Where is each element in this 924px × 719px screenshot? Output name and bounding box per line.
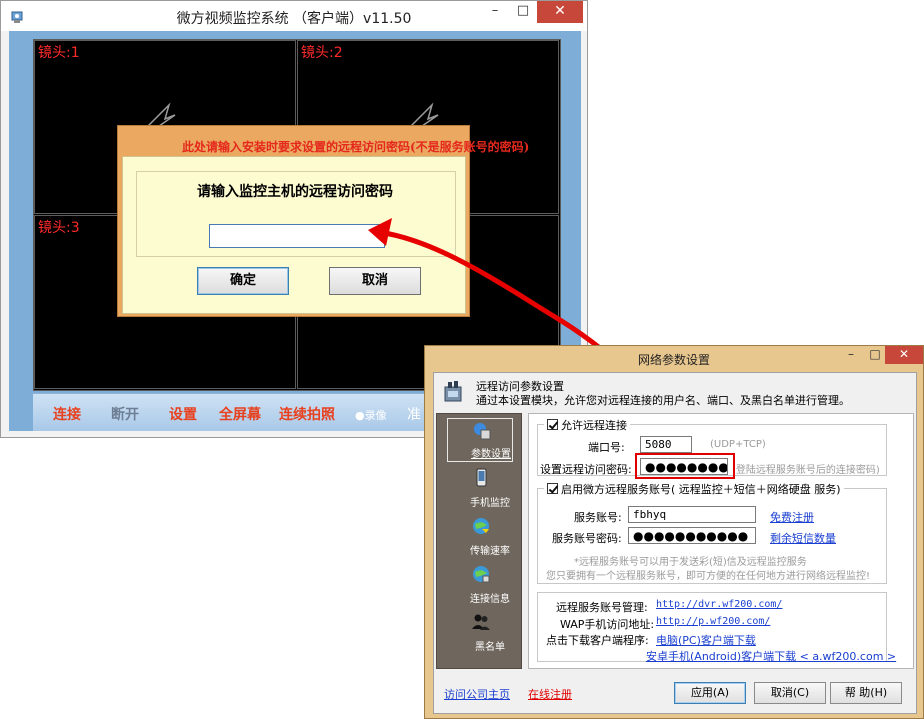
network-titlebar: 网络参数设置 – □ ✕ [425, 346, 923, 372]
remote-password-label: 设置远程访问密码: [540, 463, 632, 476]
register-online-link[interactable]: 在线注册 [528, 686, 572, 702]
burst-photo-button[interactable]: 连续拍照 [279, 404, 335, 424]
password-prompt: 请输入监控主机的远程访问密码 [197, 184, 393, 200]
sidebar-item-params[interactable]: 参数设置 [437, 414, 523, 462]
globe-info-icon [473, 566, 490, 583]
sidebar-item-rate[interactable]: 传输速率 [437, 510, 523, 558]
password-dialog: 此处请输入安装时要求设置的远程访问密码(不是服务账号的密码) 请输入监控主机的远… [117, 125, 529, 317]
minimize-button[interactable]: – [481, 1, 509, 23]
pc-client-download-link[interactable]: 电脑(PC)客户端下载 [656, 632, 756, 648]
cancel-settings-button[interactable]: 取消(C) [754, 682, 826, 704]
globe-speed-icon [473, 518, 489, 534]
sms-remaining-link[interactable]: 剩余短信数量 [770, 530, 836, 546]
network-close-button[interactable]: ✕ [885, 346, 923, 364]
password-hint: 此处请输入安装时要求设置的远程访问密码(不是服务账号的密码) [182, 140, 530, 154]
account-management-label: 远程服务账号管理: [556, 601, 648, 614]
record-button[interactable]: ●录像 [355, 407, 387, 423]
service-note-line1: *远程服务账号可以用于发送彩(短)信及远程监控服务 [574, 557, 807, 568]
service-password-label: 服务账号密码: [552, 532, 622, 545]
ok-button[interactable]: 确定 [197, 267, 289, 295]
sidebar-item-box: 手机监控 [447, 466, 513, 510]
help-button[interactable]: 帮 助(H) [830, 682, 902, 704]
sidebar-item-label: 传输速率 [470, 546, 510, 557]
sidebar-selection-box: 参数设置 [447, 418, 513, 462]
allow-remote-label: 允许远程连接 [561, 419, 627, 432]
connect-button[interactable]: 连接 [53, 404, 81, 424]
remote-settings-icon [444, 381, 462, 402]
settings-button[interactable]: 设置 [169, 404, 197, 424]
sidebar-item-connection[interactable]: 连接信息 [437, 558, 523, 606]
enable-service-label: 启用微方远程服务账号( 远程监控＋短信＋网络硬盘 服务) [561, 483, 841, 496]
links-group: 远程服务账号管理: http://dvr.wf200.com/ WAP手机访问地… [537, 592, 896, 663]
remote-password-input[interactable] [209, 224, 385, 248]
free-register-link[interactable]: 免费注册 [770, 509, 814, 525]
service-account-label: 服务账号: [574, 511, 622, 524]
password-group: 请输入监控主机的远程访问密码 [136, 171, 456, 257]
port-label: 端口号: [588, 441, 625, 454]
network-settings-icon [474, 423, 491, 440]
checkbox-checked-icon [547, 483, 558, 494]
android-client-download-link[interactable]: 安卓手机(Android)客户端下载 < a.wf200.com > [646, 648, 896, 664]
network-maximize-button[interactable]: □ [863, 346, 887, 364]
cancel-button[interactable]: 取消 [329, 267, 421, 295]
mobile-phone-icon [476, 468, 487, 487]
wap-address-label: WAP手机访问地址: [560, 618, 655, 631]
download-client-label: 点击下载客户端程序: [546, 634, 649, 647]
network-settings-window: 网络参数设置 – □ ✕ 远程访问参数设置 通过本设置模块，允许您对远程连接的用… [424, 345, 924, 719]
allow-remote-checkbox[interactable]: 允许远程连接 [544, 417, 630, 433]
sidebar-item-box: 传输速率 [447, 514, 513, 558]
highlight-box [635, 453, 735, 479]
apply-button[interactable]: 应用(A) [674, 682, 746, 704]
remote-access-group: 允许远程连接 端口号: 5080 (UDP+TCP) 设置远程访问密码: ●●●… [537, 417, 887, 479]
sidebar-item-mobile[interactable]: 手机监控 [437, 462, 523, 510]
checkbox-checked-icon [547, 419, 558, 430]
settings-header-description: 通过本设置模块，允许您对远程连接的用户名、端口、及黑白名单进行管理。 [476, 394, 850, 407]
network-minimize-button[interactable]: – [839, 346, 863, 364]
password-dialog-body: 请输入监控主机的远程访问密码 确定 取消 [122, 156, 466, 314]
port-input[interactable]: 5080 [640, 436, 692, 453]
port-protocol-note: (UDP+TCP) [710, 439, 766, 450]
sidebar-item-label: 手机监控 [470, 498, 510, 509]
camera-label: 镜头:1 [38, 45, 80, 61]
service-password-field[interactable]: ●●●●●●●●●●● [628, 527, 756, 544]
visit-home-link[interactable]: 访问公司主页 [444, 686, 510, 702]
service-account-group: 启用微方远程服务账号( 远程监控＋短信＋网络硬盘 服务) 服务账号: fbhyq… [537, 481, 887, 584]
service-note-line2: 您只要拥有一个远程服务账号，即可方便的在任何地方进行网络远程监控! [546, 571, 871, 582]
sidebar-item-box: 连接信息 [447, 562, 513, 606]
network-window-body: 远程访问参数设置 通过本设置模块，允许您对远程连接的用户名、端口、及黑白名单进行… [433, 372, 917, 714]
blacklist-users-icon [472, 614, 490, 630]
camera-label: 镜头:3 [38, 220, 80, 236]
wap-address-link[interactable]: http://p.wf200.com/ [656, 616, 770, 627]
toolbar-cut-item[interactable]: 准 [407, 404, 421, 424]
settings-panel: 允许远程连接 端口号: 5080 (UDP+TCP) 设置远程访问密码: ●●●… [528, 413, 914, 669]
fullscreen-button[interactable]: 全屏幕 [219, 404, 261, 424]
sidebar-item-blacklist[interactable]: 黑名单 [437, 606, 523, 654]
sidebar-item-box: 黑名单 [447, 610, 513, 654]
main-titlebar: 微方视频监控系统 （客户端）v11.50 – □ ✕ [1, 1, 587, 31]
account-management-link[interactable]: http://dvr.wf200.com/ [656, 599, 782, 610]
remote-password-note: (登陆远程服务账号后的连接密码) [732, 465, 880, 476]
sidebar-item-label: 参数设置 [471, 449, 511, 460]
maximize-button[interactable]: □ [509, 1, 537, 23]
service-account-input[interactable]: fbhyq [628, 506, 756, 523]
close-button[interactable]: ✕ [537, 1, 583, 23]
sidebar-item-label: 黑名单 [475, 642, 505, 653]
disconnect-button[interactable]: 断开 [111, 404, 139, 424]
sidebar-item-label: 连接信息 [470, 594, 510, 605]
enable-service-checkbox[interactable]: 启用微方远程服务账号( 远程监控＋短信＋网络硬盘 服务) [544, 481, 844, 497]
settings-sidebar: 参数设置 手机监控 传输速率 连接信息 黑名单 [436, 413, 522, 669]
camera-label: 镜头:2 [301, 45, 343, 61]
